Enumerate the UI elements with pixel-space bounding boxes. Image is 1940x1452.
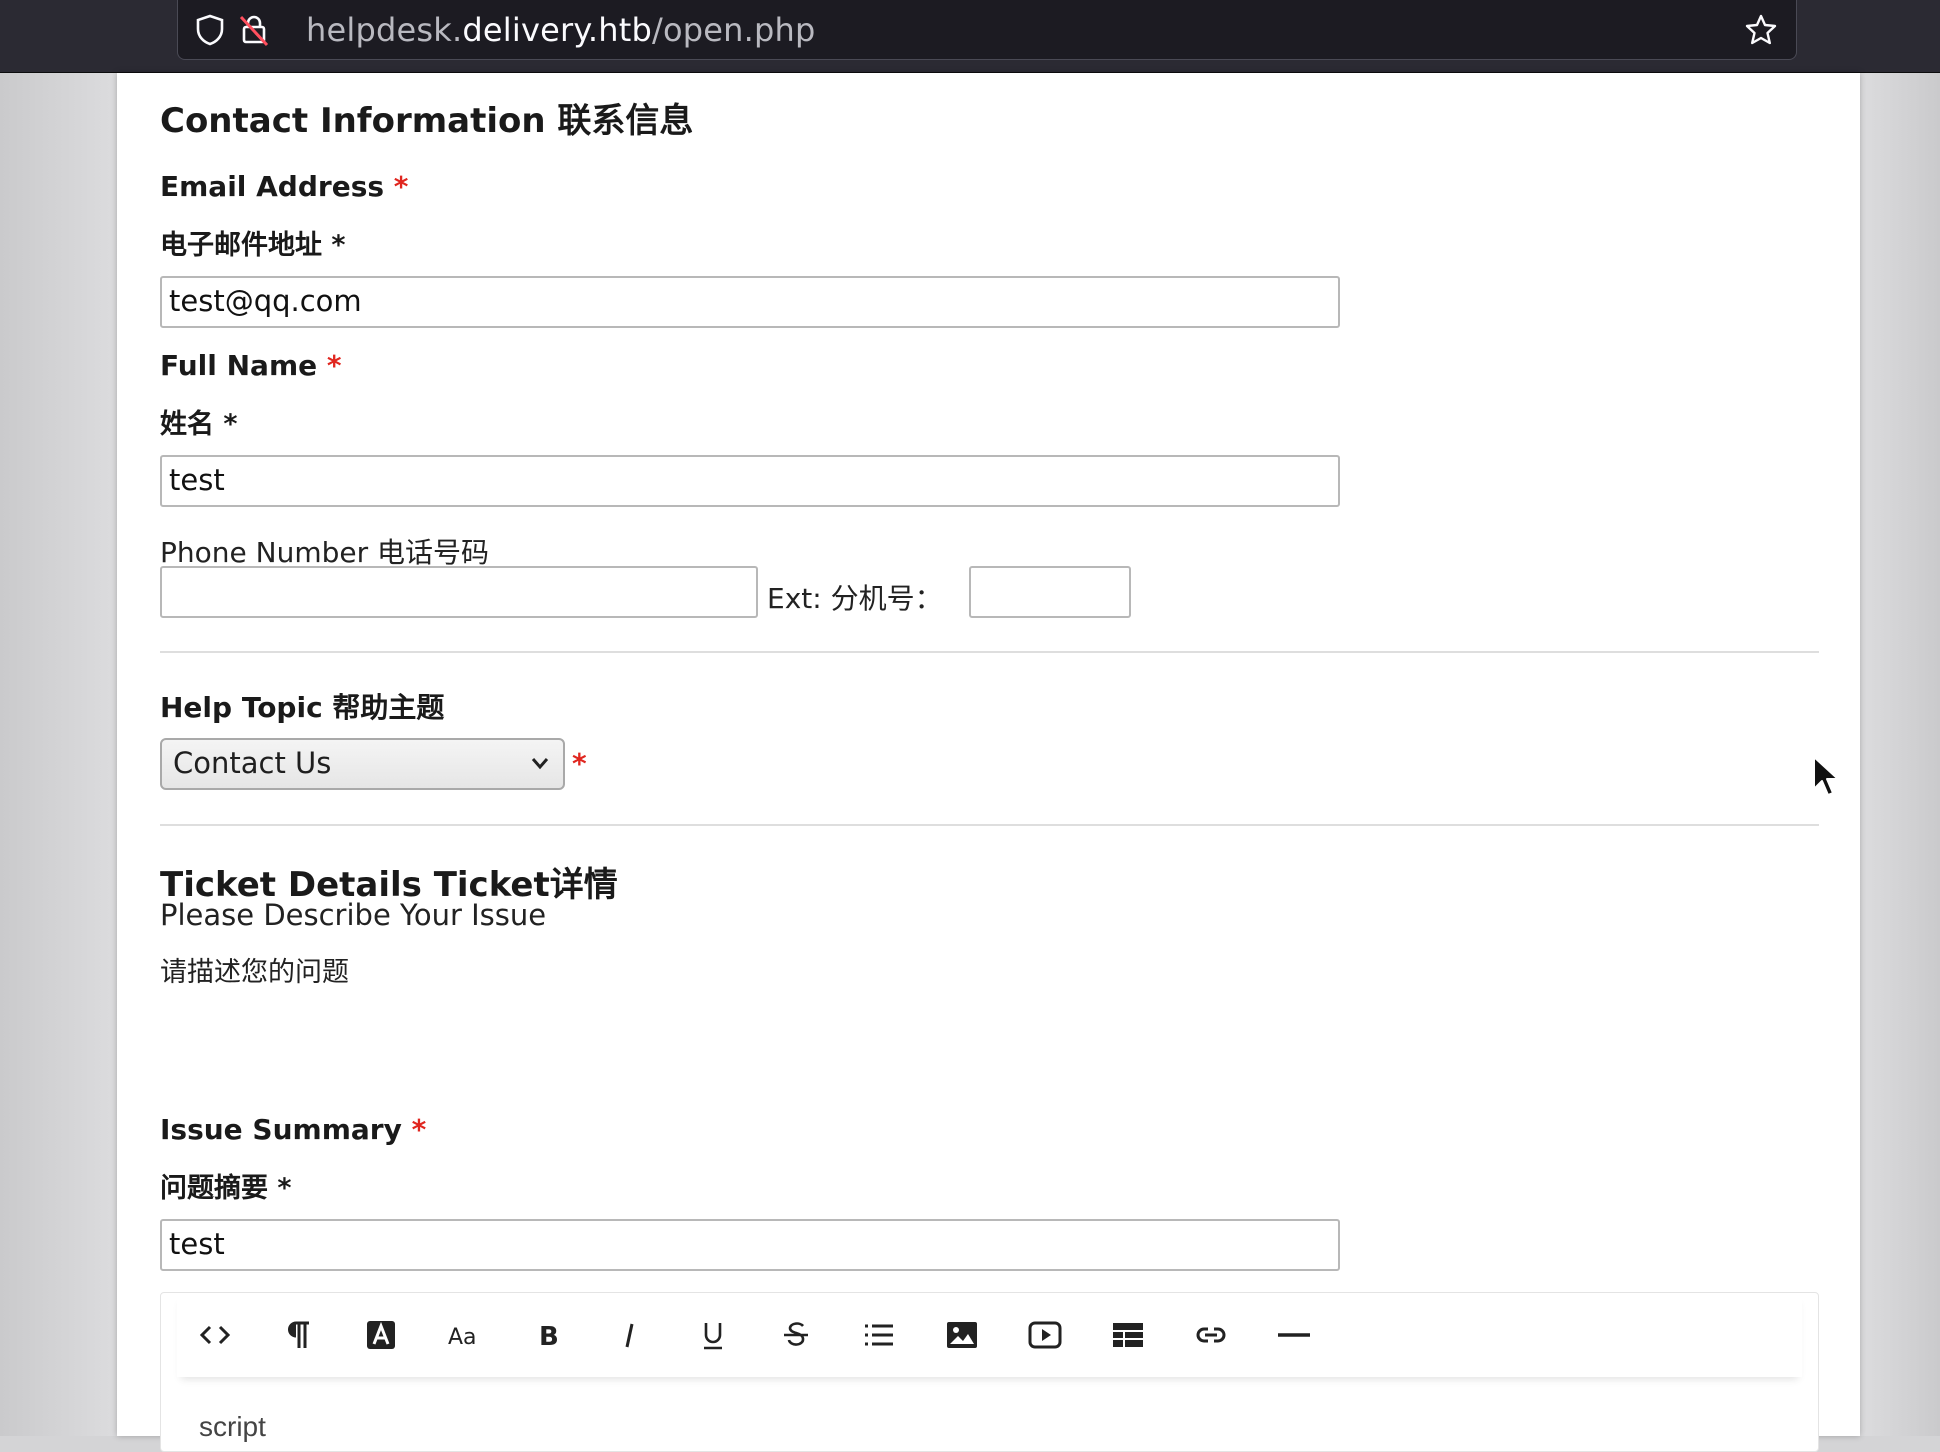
ticket-instructions-cn: 请描述您的问题 [160, 957, 349, 988]
required-marker: * [572, 747, 587, 780]
divider [160, 651, 1819, 653]
bookmark-star-icon[interactable] [1743, 12, 1779, 48]
required-marker: * [326, 349, 342, 382]
chevron-down-icon [531, 758, 549, 770]
shield-icon[interactable] [192, 12, 228, 48]
list-icon[interactable] [857, 1313, 901, 1357]
help-topic-select[interactable]: Contact Us [160, 738, 565, 790]
ext-field[interactable] [969, 566, 1131, 618]
ext-label: Ext: 分机号： [767, 582, 943, 615]
font-size-icon[interactable]: Aa [442, 1313, 486, 1357]
address-bar[interactable]: helpdesk.delivery.htb/open.php [177, 0, 1797, 60]
table-icon[interactable] [1106, 1313, 1150, 1357]
strikethrough-icon[interactable] [774, 1313, 818, 1357]
text-color-icon[interactable] [359, 1313, 403, 1357]
help-topic-label: Help Topic 帮助主题 [160, 691, 445, 724]
rich-text-editor: Aa B script [160, 1292, 1819, 1452]
editor-toolbar: Aa B [177, 1293, 1802, 1377]
required-marker: * [393, 170, 409, 203]
video-icon[interactable] [1023, 1313, 1067, 1357]
divider [160, 824, 1819, 826]
page-margin-left [0, 73, 117, 1436]
page-margin-right [1860, 73, 1940, 1436]
full-name-sublabel: 姓名 * [160, 409, 238, 440]
full-name-label-text: Full Name [160, 349, 318, 382]
insecure-lock-icon[interactable] [236, 12, 272, 48]
editor-content[interactable]: script [199, 1411, 266, 1443]
email-label-text: Email Address [160, 170, 385, 203]
underline-icon[interactable] [691, 1313, 735, 1357]
url-text[interactable]: helpdesk.delivery.htb/open.php [306, 0, 816, 60]
email-sublabel: 电子邮件地址 * [160, 230, 346, 261]
help-topic-selected: Contact Us [173, 746, 332, 780]
phone-label: Phone Number 电话号码 [160, 536, 490, 569]
full-name-field[interactable]: test [160, 455, 1340, 507]
browser-toolbar: helpdesk.delivery.htb/open.php [0, 0, 1940, 73]
ticket-instructions: Please Describe Your Issue [160, 898, 547, 932]
issue-summary-sublabel: 问题摘要 * [160, 1173, 292, 1204]
image-icon[interactable] [940, 1313, 984, 1357]
contact-section-title: Contact Information 联系信息 [160, 101, 694, 141]
mouse-cursor-icon [1813, 756, 1839, 796]
bold-icon[interactable]: B [525, 1313, 569, 1357]
required-marker: * [411, 1113, 427, 1146]
ticket-form-page: Contact Information 联系信息 Email Address *… [117, 73, 1860, 1452]
horizontal-rule-icon[interactable] [1272, 1313, 1316, 1357]
italic-icon[interactable] [608, 1313, 652, 1357]
email-field[interactable]: test@qq.com [160, 276, 1340, 328]
svg-text:B: B [539, 1322, 559, 1352]
issue-summary-label-text: Issue Summary [160, 1113, 402, 1146]
svg-text:Aa: Aa [448, 1325, 477, 1350]
full-name-label: Full Name * [160, 349, 342, 382]
email-label: Email Address * [160, 170, 408, 203]
link-icon[interactable] [1189, 1313, 1233, 1357]
code-view-icon[interactable] [193, 1313, 237, 1357]
issue-summary-field[interactable]: test [160, 1219, 1340, 1271]
paragraph-icon[interactable] [276, 1313, 320, 1357]
issue-summary-label: Issue Summary * [160, 1113, 426, 1146]
phone-field[interactable] [160, 566, 758, 618]
